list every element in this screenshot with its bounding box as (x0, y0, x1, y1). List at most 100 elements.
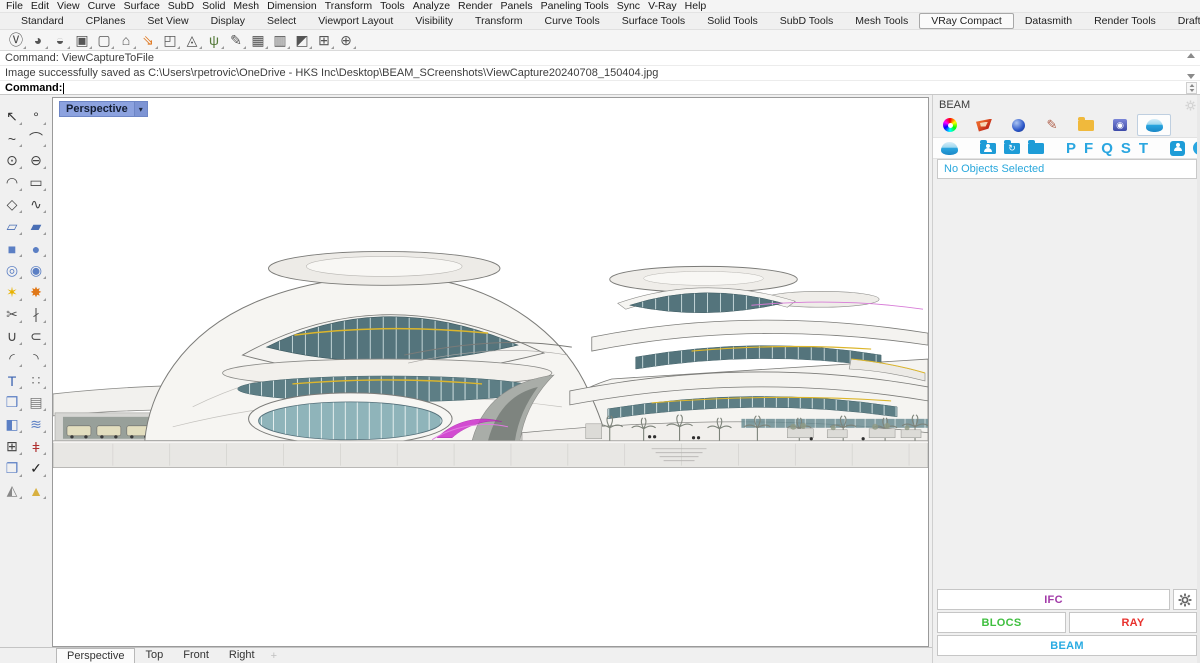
ellipse-icon[interactable]: ⊖ (24, 150, 48, 171)
beam-button[interactable]: BEAM (937, 635, 1197, 656)
menu-paneling-tools[interactable]: Paneling Tools (537, 0, 613, 13)
check-icon[interactable]: ✓ (24, 458, 48, 479)
menu-view[interactable]: View (53, 0, 84, 13)
primitives-icon[interactable]: ◭ (0, 480, 24, 501)
scroll-up-icon[interactable] (1187, 53, 1195, 58)
menu-dimension[interactable]: Dimension (263, 0, 321, 13)
arc-icon[interactable]: ◠ (0, 172, 24, 193)
toolbar-tab-set-view[interactable]: Set View (136, 14, 199, 28)
teapot-render-icon[interactable]: ◒ (49, 31, 71, 50)
lamp-icon[interactable]: ◬ (181, 31, 203, 50)
toolbar-tab-vray-compact[interactable]: VRay Compact (919, 13, 1014, 29)
new-viewport-icon[interactable]: + (271, 650, 277, 662)
boolean-union-icon[interactable]: ∪ (0, 326, 24, 347)
menu-panels[interactable]: Panels (497, 0, 537, 13)
text-icon[interactable]: T (0, 370, 24, 391)
blend-icon[interactable]: ◝ (24, 348, 48, 369)
q-tool-button[interactable]: Q (1101, 140, 1113, 157)
frame-buffer-icon[interactable]: ▢ (93, 31, 115, 50)
frame-buffer-tab[interactable]: ◉ (1103, 114, 1137, 136)
render-sphere-tab[interactable] (1001, 114, 1035, 136)
lightbox-icon[interactable]: ◰ (159, 31, 181, 50)
menu-sync[interactable]: Sync (613, 0, 644, 13)
account-badge-button[interactable] (1170, 141, 1185, 156)
files-folder-tab[interactable] (1069, 114, 1103, 136)
command-area[interactable]: Command: ViewCaptureToFile Image success… (0, 51, 1200, 95)
panel-flip-icon[interactable]: ◩ (291, 31, 313, 50)
viewport-tab-perspective[interactable]: Perspective (56, 648, 135, 663)
vray-asset-editor-tab[interactable] (967, 114, 1001, 136)
circle-icon[interactable]: ⊙ (0, 150, 24, 171)
polyline-icon[interactable]: ~ (0, 128, 24, 149)
solid-edit-icon[interactable]: ◧ (0, 414, 24, 435)
menu-tools[interactable]: Tools (376, 0, 409, 13)
point-icon[interactable]: ° (24, 106, 48, 127)
toolbar-tab-mesh-tools[interactable]: Mesh Tools (844, 14, 919, 28)
freeform-curve-icon[interactable]: ∿ (24, 194, 48, 215)
toolbar-tab-display[interactable]: Display (200, 14, 256, 28)
menu-v-ray[interactable]: V-Ray (644, 0, 681, 13)
edit-points-icon[interactable]: ∷ (24, 370, 48, 391)
menu-surface[interactable]: Surface (120, 0, 164, 13)
menu-solid[interactable]: Solid (198, 0, 229, 13)
viewport-tab-right[interactable]: Right (219, 648, 265, 663)
polygon-icon[interactable]: ◇ (0, 194, 24, 215)
dimension-icon[interactable]: ǂ (24, 436, 48, 457)
grid-array-icon[interactable]: ⊞ (0, 436, 24, 457)
settings-gear-button[interactable] (1173, 589, 1197, 610)
toolbar-tab-drafting[interactable]: Drafting (1167, 14, 1200, 28)
sun-arrows-icon[interactable]: ⇘ (137, 31, 159, 50)
split-icon[interactable]: ∤ (24, 304, 48, 325)
menu-help[interactable]: Help (681, 0, 711, 13)
panel-options-gear-icon[interactable] (1185, 98, 1196, 116)
blast-icon[interactable]: ✸ (24, 282, 48, 303)
palette-icon[interactable]: ◕ (27, 31, 49, 50)
s-tool-button[interactable]: S (1121, 140, 1131, 157)
viewport-tab-top[interactable]: Top (135, 648, 173, 663)
target-move-icon[interactable]: ⊕ (335, 31, 357, 50)
toolbar-tab-viewport-layout[interactable]: Viewport Layout (307, 14, 404, 28)
toolbar-tab-solid-tools[interactable]: Solid Tools (696, 14, 769, 28)
library-sync-folder-button[interactable]: ↻ (1004, 143, 1020, 154)
menu-subd[interactable]: SubD (164, 0, 198, 13)
toolbar-tab-subd-tools[interactable]: SubD Tools (769, 14, 845, 28)
menu-curve[interactable]: Curve (84, 0, 120, 13)
menu-edit[interactable]: Edit (27, 0, 53, 13)
spin-down-icon[interactable] (1189, 89, 1194, 92)
render-window-icon[interactable]: ▣ (71, 31, 93, 50)
grass-icon[interactable]: ψ (203, 31, 225, 50)
f-tool-button[interactable]: F (1084, 140, 1093, 157)
menu-transform[interactable]: Transform (321, 0, 376, 13)
viewport-title[interactable]: Perspective (59, 101, 135, 117)
viewport-title-dropdown[interactable]: Perspective ▾ (59, 101, 148, 117)
menu-mesh[interactable]: Mesh (229, 0, 263, 13)
interactive-render-icon[interactable]: ⌂ (115, 31, 137, 50)
material-pen-icon[interactable]: ✎ (225, 31, 247, 50)
annotate-brush-tab[interactable]: ✎ (1035, 114, 1069, 136)
p-tool-button[interactable]: P (1066, 140, 1076, 157)
command-input[interactable]: Command: (0, 81, 1200, 95)
block-icon[interactable]: ❒ (0, 392, 24, 413)
toolbar-tab-surface-tools[interactable]: Surface Tools (611, 14, 696, 28)
tile-grid-icon[interactable]: ▦ (247, 31, 269, 50)
boolean-difference-icon[interactable]: ⊂ (24, 326, 48, 347)
toolbar-tab-datasmith[interactable]: Datasmith (1014, 14, 1083, 28)
display-properties-tab[interactable] (933, 114, 967, 136)
fillet-icon[interactable]: ◜ (0, 348, 24, 369)
sweep-surface-icon[interactable]: ▰ (24, 216, 48, 237)
revolve-icon[interactable]: ◉ (24, 260, 48, 281)
viewport-perspective[interactable]: Perspective ▾ (52, 97, 929, 647)
rectangle-icon[interactable]: ▭ (24, 172, 48, 193)
batch-views-icon[interactable]: ▥ (269, 31, 291, 50)
scroll-down-icon[interactable] (1187, 74, 1195, 79)
array-surface-icon[interactable]: ≋ (24, 414, 48, 435)
vray-logo-icon[interactable]: Ⓥ (5, 31, 27, 50)
toolbar-tab-cplanes[interactable]: CPlanes (75, 14, 137, 28)
blocs-button[interactable]: BLOCS (937, 612, 1066, 633)
library-open-folder-button[interactable] (1028, 143, 1044, 154)
cell-grid-icon[interactable]: ⊞ (313, 31, 335, 50)
surface-icon[interactable]: ▱ (0, 216, 24, 237)
explode-icon[interactable]: ✶ (0, 282, 24, 303)
toolbar-tab-visibility[interactable]: Visibility (404, 14, 464, 28)
toolbar-tab-standard[interactable]: Standard (10, 14, 75, 28)
